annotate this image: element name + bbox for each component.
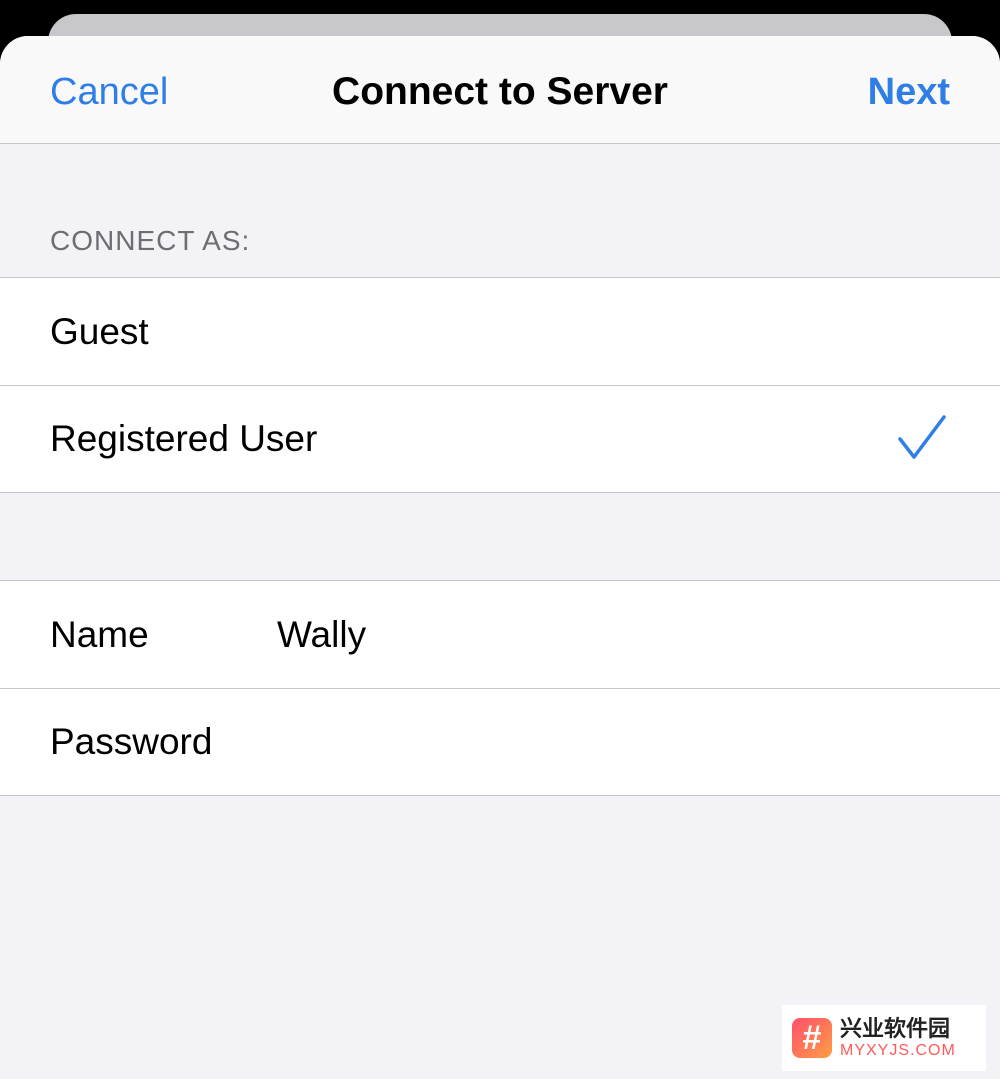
connect-as-section-header: CONNECT AS: <box>0 144 1000 277</box>
password-label: Password <box>50 720 213 762</box>
option-guest[interactable]: Guest <box>0 278 1000 385</box>
name-label: Name <box>50 613 149 655</box>
option-registered-user-label: Registered User <box>50 417 318 459</box>
connect-as-header-label: CONNECT AS: <box>50 225 251 256</box>
next-button[interactable]: Next <box>868 70 950 114</box>
screen: Cancel Connect to Server Next CONNECT AS… <box>0 0 1000 1079</box>
option-guest-label: Guest <box>50 310 149 352</box>
watermark-text: 兴业软件园 MYXYJS.COM <box>840 1015 956 1059</box>
navigation-bar: Cancel Connect to Server Next <box>0 36 1000 144</box>
watermark: # 兴业软件园 MYXYJS.COM <box>782 1005 986 1071</box>
credentials-group: Name Password <box>0 580 1000 796</box>
connect-as-group: Guest Registered User <box>0 277 1000 493</box>
name-field[interactable] <box>277 604 1000 665</box>
checkmark-icon <box>898 415 946 459</box>
watermark-text-en: MYXYJS.COM <box>840 1041 956 1059</box>
watermark-logo: # <box>792 1018 832 1058</box>
watermark-text-cn: 兴业软件园 <box>840 1015 951 1041</box>
name-row: Name <box>0 581 1000 688</box>
password-row: Password <box>0 688 1000 795</box>
password-field[interactable] <box>277 711 1000 772</box>
connect-to-server-sheet: Cancel Connect to Server Next CONNECT AS… <box>0 36 1000 1079</box>
option-registered-user[interactable]: Registered User <box>0 385 1000 492</box>
page-title: Connect to Server <box>332 70 668 113</box>
